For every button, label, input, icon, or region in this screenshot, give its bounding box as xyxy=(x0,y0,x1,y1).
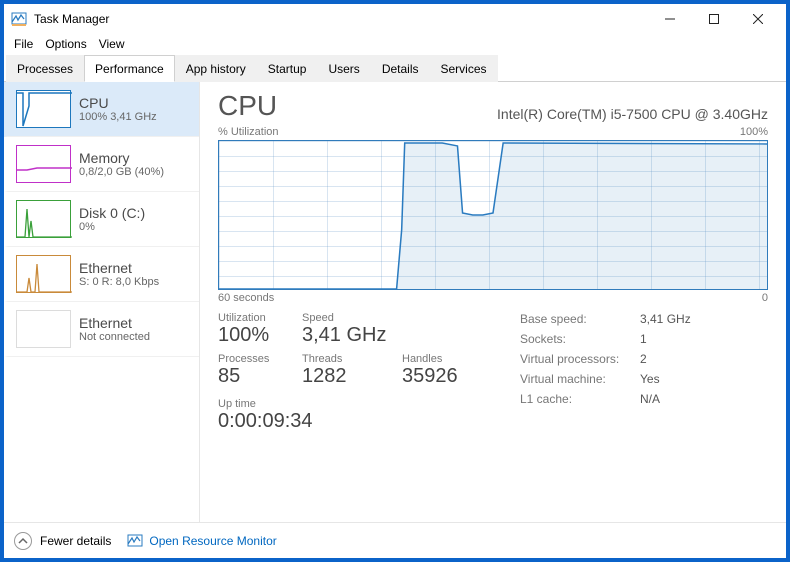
stat-label: Speed xyxy=(302,312,402,324)
resource-monitor-icon xyxy=(127,533,143,549)
titlebar: Task Manager xyxy=(4,4,786,34)
app-icon xyxy=(10,10,28,28)
footer: Fewer details Open Resource Monitor xyxy=(4,522,786,558)
menubar: File Options View xyxy=(4,34,786,54)
stat-utilization: 100% xyxy=(218,324,302,347)
detail-val: 1 xyxy=(640,332,647,352)
ethernet-thumb-icon xyxy=(16,255,71,293)
detail-key: Sockets: xyxy=(520,332,640,352)
menu-file[interactable]: File xyxy=(8,35,39,53)
close-button[interactable] xyxy=(736,5,780,33)
sidebar-item-sub: 0% xyxy=(79,221,145,233)
main-panel: CPU Intel(R) Core(TM) i5-7500 CPU @ 3.40… xyxy=(200,82,786,522)
open-resource-monitor-link[interactable]: Open Resource Monitor xyxy=(149,534,276,548)
sidebar-item-sub: 100% 3,41 GHz xyxy=(79,111,157,123)
sidebar-item-cpu[interactable]: CPU 100% 3,41 GHz xyxy=(4,82,199,137)
tab-app-history[interactable]: App history xyxy=(175,55,257,82)
stat-speed: 3,41 GHz xyxy=(302,324,402,347)
sidebar-item-label: CPU xyxy=(79,95,157,111)
sidebar-item-sub: Not connected xyxy=(79,331,150,343)
processor-name: Intel(R) Core(TM) i5-7500 CPU @ 3.40GHz xyxy=(277,106,768,122)
tab-services[interactable]: Services xyxy=(430,55,498,82)
stat-label: Utilization xyxy=(218,312,302,324)
graph-label-max: 100% xyxy=(740,126,768,138)
sidebar-item-label: Memory xyxy=(79,150,164,166)
tab-performance[interactable]: Performance xyxy=(84,55,175,82)
stat-threads: 1282 xyxy=(302,365,402,388)
cpu-thumb-icon xyxy=(16,90,71,128)
sidebar-item-label: Disk 0 (C:) xyxy=(79,205,145,221)
menu-options[interactable]: Options xyxy=(39,35,92,53)
graph-axis-right: 0 xyxy=(762,292,768,304)
sidebar-item-label: Ethernet xyxy=(79,315,150,331)
stat-uptime: 0:00:09:34 xyxy=(218,410,502,433)
detail-val: Yes xyxy=(640,372,660,392)
sidebar-item-ethernet2[interactable]: Ethernet Not connected xyxy=(4,302,199,357)
stat-processes: 85 xyxy=(218,365,302,388)
tabstrip: Processes Performance App history Startu… xyxy=(4,54,786,82)
tab-details[interactable]: Details xyxy=(371,55,430,82)
sidebar-item-memory[interactable]: Memory 0,8/2,0 GB (40%) xyxy=(4,137,199,192)
graph-label-util: % Utilization xyxy=(218,126,279,138)
sidebar-item-label: Ethernet xyxy=(79,260,159,276)
sidebar: CPU 100% 3,41 GHz Memory 0,8/2,0 GB (40%… xyxy=(4,82,200,522)
stat-label: Up time xyxy=(218,398,502,410)
window-title: Task Manager xyxy=(34,12,648,26)
stat-label: Processes xyxy=(218,353,302,365)
detail-key: Virtual processors: xyxy=(520,352,640,372)
detail-val: 3,41 GHz xyxy=(640,312,691,332)
chevron-up-icon[interactable] xyxy=(14,532,32,550)
sidebar-item-sub: S: 0 R: 8,0 Kbps xyxy=(79,276,159,288)
stat-handles: 35926 xyxy=(402,365,502,388)
tab-users[interactable]: Users xyxy=(317,55,370,82)
stat-label: Threads xyxy=(302,353,402,365)
memory-thumb-icon xyxy=(16,145,71,183)
stat-label: Handles xyxy=(402,353,502,365)
cpu-graph[interactable] xyxy=(218,140,768,290)
menu-view[interactable]: View xyxy=(93,35,131,53)
ethernet-thumb-icon xyxy=(16,310,71,348)
detail-val: 2 xyxy=(640,352,647,372)
tab-startup[interactable]: Startup xyxy=(257,55,318,82)
sidebar-item-disk0[interactable]: Disk 0 (C:) 0% xyxy=(4,192,199,247)
disk-thumb-icon xyxy=(16,200,71,238)
sidebar-item-ethernet1[interactable]: Ethernet S: 0 R: 8,0 Kbps xyxy=(4,247,199,302)
sidebar-item-sub: 0,8/2,0 GB (40%) xyxy=(79,166,164,178)
detail-val: N/A xyxy=(640,392,660,412)
fewer-details-link[interactable]: Fewer details xyxy=(40,534,111,548)
detail-key: Virtual machine: xyxy=(520,372,640,392)
detail-key: L1 cache: xyxy=(520,392,640,412)
detail-key: Base speed: xyxy=(520,312,640,332)
details-list: Base speed:3,41 GHz Sockets:1 Virtual pr… xyxy=(520,312,691,433)
graph-axis-left: 60 seconds xyxy=(218,292,274,304)
page-title: CPU xyxy=(218,90,277,122)
maximize-button[interactable] xyxy=(692,5,736,33)
minimize-button[interactable] xyxy=(648,5,692,33)
tab-processes[interactable]: Processes xyxy=(6,55,84,82)
